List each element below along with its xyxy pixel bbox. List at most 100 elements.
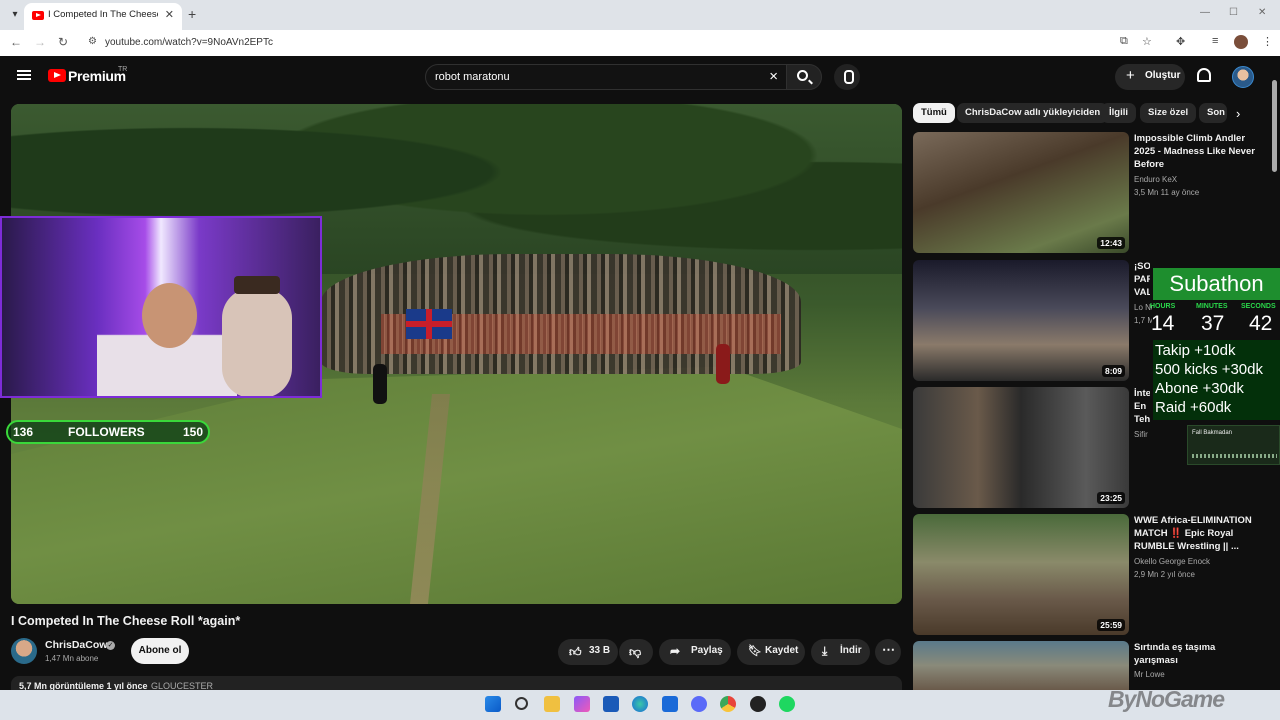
subathon-minutes: 37 [1201,312,1225,335]
chip-for-you[interactable]: Size özel [1140,103,1197,123]
menu-icon[interactable] [17,70,31,80]
url-text: youtube.com/watch?v=9NoAVn2EPTc [105,37,273,48]
channel-name[interactable]: ChrisDaCow [45,639,107,651]
webcam-teddy-bear [222,288,292,396]
spotify-icon[interactable] [779,696,795,712]
download-button[interactable]: ⤓ İndir [811,639,870,665]
notifications-bell-icon[interactable] [1197,68,1211,82]
store-icon[interactable] [603,696,619,712]
media-control-icon[interactable]: ≡ [1212,35,1218,47]
install-app-icon[interactable]: ⧉ [1120,35,1128,48]
bookmark-star-icon[interactable]: ☆ [1142,35,1152,48]
search-input[interactable]: robot maratonu × [425,64,787,90]
rec-stats: 3,5 Mn 11 ay önce [1134,188,1200,197]
address-bar[interactable]: ⚙ youtube.com/watch?v=9NoAVn2EPTc [80,33,1110,53]
discord-icon[interactable] [691,696,707,712]
search-button[interactable] [786,64,822,90]
rec-channel[interactable]: Okello George Enock [1134,557,1210,566]
verified-icon: ✓ [106,641,115,650]
share-icon: ➦ [670,644,681,658]
create-label: Oluştur [1145,70,1181,81]
rec-stats: 2,9 Mn 2 yıl önce [1134,570,1195,579]
reload-icon[interactable]: ↻ [58,35,68,49]
video-frame-flag [406,309,452,339]
download-icon: ⤓ [822,644,828,658]
obs-icon[interactable] [750,696,766,712]
rec-thumbnail[interactable]: 8:09 [913,260,1129,381]
minimize-button[interactable]: — [1200,7,1210,18]
create-button[interactable]: + Oluştur [1115,64,1185,90]
search-icon [797,70,808,81]
thumbs-down-icon: 👎︎ [629,645,642,659]
followers-goal: 150 [182,425,203,439]
video-frame-runner [716,344,730,384]
browser-toolbar: ← → ↻ ⚙ youtube.com/watch?v=9NoAVn2EPTc … [0,30,1280,56]
rec-title[interactable]: WWE Africa-ELIMINATION MATCH ‼️ Epic Roy… [1134,514,1259,553]
rec-title[interactable]: Sırtında eş taşıma yarışması [1134,641,1259,667]
rec-thumbnail[interactable]: 23:25 [913,387,1129,508]
thumbs-up-icon: 👍︎ [569,645,582,659]
browser-profile-avatar[interactable] [1234,35,1248,49]
youtube-favicon-icon [32,11,44,20]
edge-icon[interactable] [632,696,648,712]
subathon-hours-label: HOURS [1150,303,1176,310]
subathon-rule: Raid +60dk [1155,399,1232,416]
subathon-hours: 14 [1151,312,1175,335]
extensions-icon[interactable]: ✥ [1176,35,1185,48]
video-title: I Competed In The Cheese Roll *again* [11,614,241,628]
scrollbar-thumb[interactable] [1272,80,1277,172]
browser-tab[interactable]: I Competed In The Cheese Roll ✕ [24,3,182,30]
new-tab-button[interactable]: + [188,6,196,22]
duration-badge: 25:59 [1097,619,1125,631]
tab-search-chevron-icon[interactable]: ▾ [6,6,24,24]
copilot-icon[interactable] [574,696,590,712]
share-button[interactable]: ➦ Paylaş [659,639,731,665]
start-windows-icon[interactable] [485,696,501,712]
close-window-button[interactable]: ✕ [1258,7,1266,18]
outlook-icon[interactable] [662,696,678,712]
tab-close-icon[interactable]: ✕ [165,8,174,21]
more-icon: ⋯ [882,642,895,657]
rec-title[interactable]: Impossible Climb Andler 2025 - Madness L… [1134,132,1259,171]
rec-channel[interactable]: Sifir [1134,430,1152,439]
dislike-button[interactable]: 👎︎ [619,639,653,665]
site-info-icon[interactable]: ⚙ [88,36,97,47]
forward-icon[interactable]: → [34,35,46,49]
chip-all[interactable]: Tümü [913,103,955,123]
rec-channel[interactable]: Mr Lowe [1134,670,1165,679]
chip-recent[interactable]: Son [1199,103,1227,123]
user-avatar[interactable] [1232,66,1254,88]
rec-thumbnail[interactable]: 25:59 [913,514,1129,635]
back-icon[interactable]: ← [10,35,22,49]
taskbar-search-icon[interactable] [515,697,528,710]
channel-watermark: ByNoGame [1108,686,1225,712]
more-actions-button[interactable]: ⋯ [875,639,901,665]
browser-menu-icon[interactable]: ⋮ [1262,35,1273,48]
subscribe-button[interactable]: Abone ol [131,638,189,664]
rec-title[interactable]: ¡SOLO PARA VALIENTES! JUGANDO AL SUBE Y … [1134,260,1150,300]
bookmark-icon: 🔖︎ [748,645,762,657]
rec-title[interactable]: İnternetteki En Tehlikeli Görüntülerin E… [1134,387,1150,427]
save-button[interactable]: 🔖︎ Kaydet [737,639,805,665]
webcam-overlay [0,216,322,398]
chip-uploader[interactable]: ChrisDaCow adlı yükleyiciden [957,103,1109,123]
chrome-icon[interactable] [720,696,736,712]
followers-goal-bar: 136 FOLLOWERS 150 [6,420,210,444]
rec-stats: 1,7 Mn 7 ay önce [1134,316,1152,325]
clear-search-icon[interactable]: × [769,68,778,85]
file-explorer-icon[interactable] [544,696,560,712]
download-label: İndir [840,645,862,656]
chevron-right-icon[interactable]: › [1236,106,1240,121]
rec-thumbnail[interactable]: 12:43 [913,132,1129,253]
like-button[interactable]: 👍︎ 33 B [558,639,618,665]
rec-thumbnail[interactable] [913,641,1129,690]
subathon-title: Subathon [1153,268,1280,300]
restore-button[interactable]: ☐ [1229,7,1238,18]
voice-search-icon[interactable] [834,64,860,90]
youtube-logo-icon[interactable] [48,69,66,82]
rec-channel[interactable]: Enduro KeX [1134,175,1177,184]
followers-current: 136 [13,425,34,439]
channel-avatar[interactable] [11,638,37,664]
browser-tabstrip: ▾ I Competed In The Cheese Roll ✕ + — ☐ … [0,0,1280,30]
chip-related[interactable]: İlgili [1101,103,1136,123]
